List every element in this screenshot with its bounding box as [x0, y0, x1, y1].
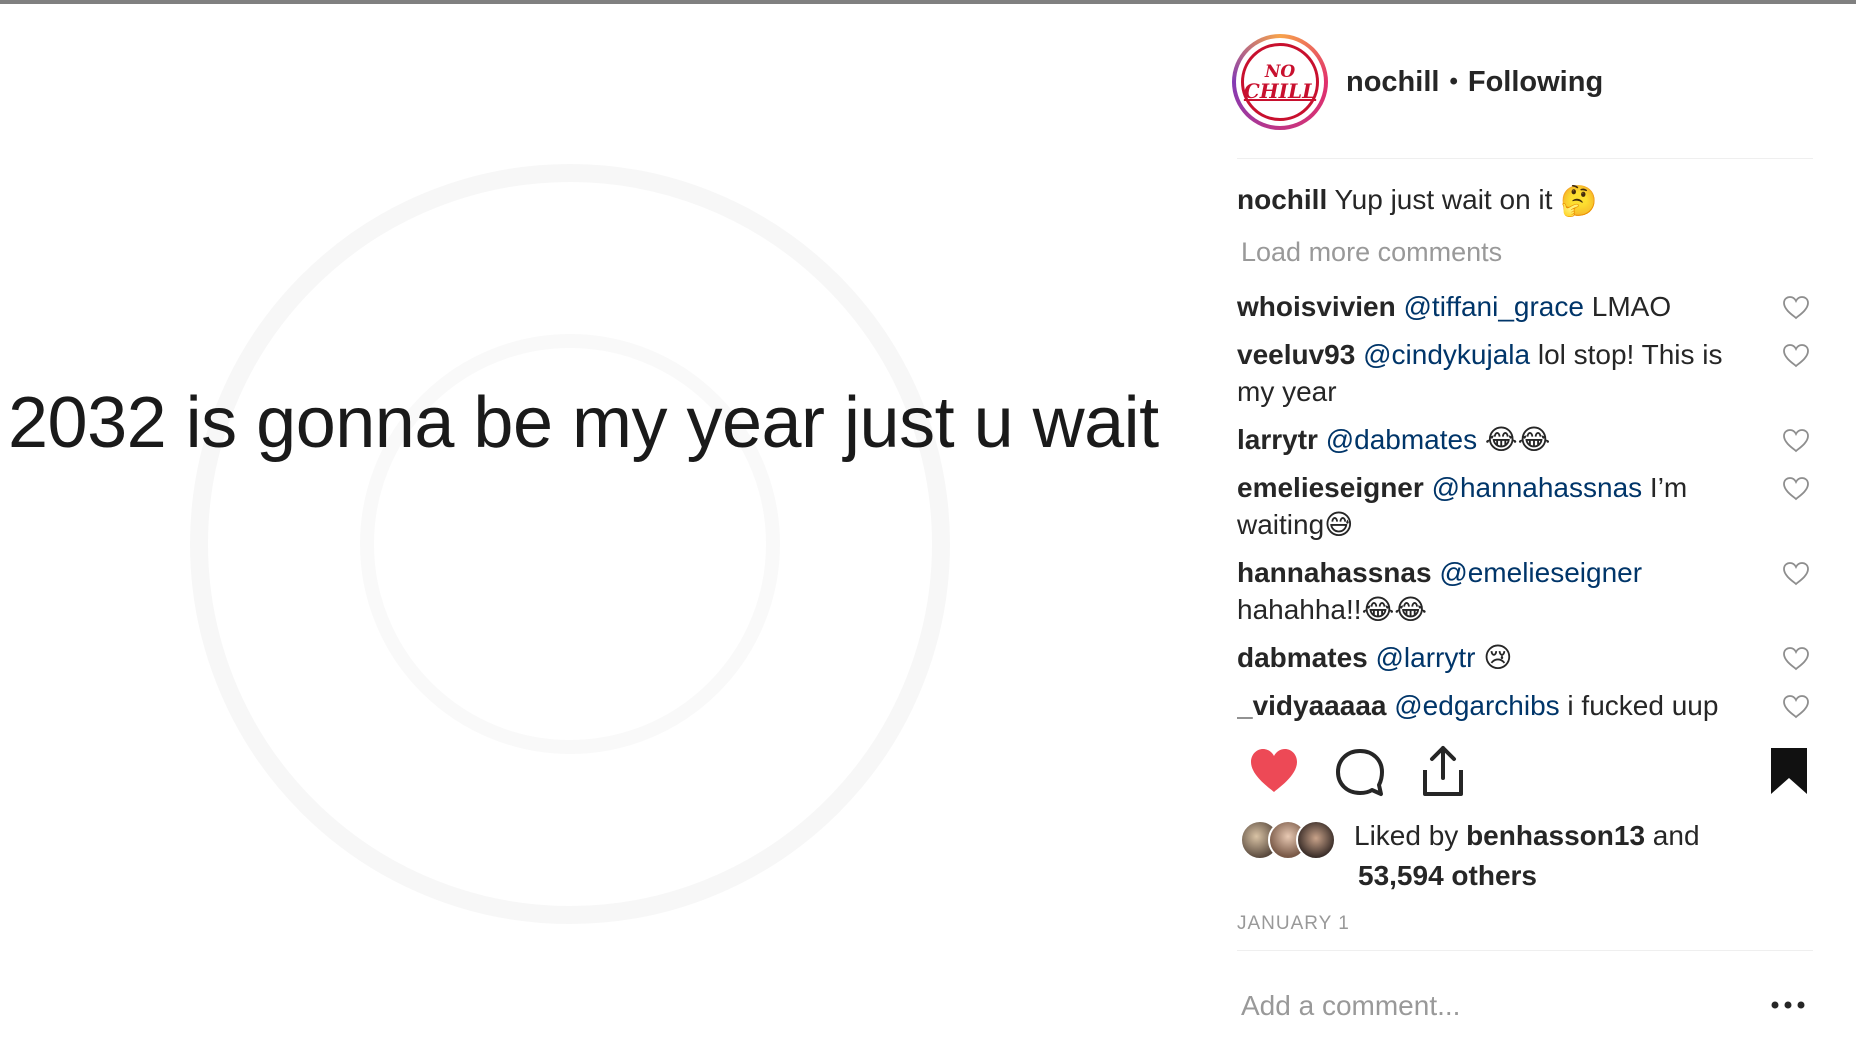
comment-username[interactable]: larrytr: [1237, 424, 1318, 455]
comment-username[interactable]: dabmates: [1237, 642, 1368, 673]
footer-divider: [1237, 950, 1813, 951]
comment-mention[interactable]: @larrytr: [1376, 642, 1476, 673]
avatar[interactable]: NO CHILL: [1232, 34, 1328, 130]
caption-username[interactable]: nochill: [1237, 184, 1327, 215]
header-divider: [1237, 158, 1813, 159]
share-icon[interactable]: [1419, 744, 1467, 798]
comment-username[interactable]: emelieseigner: [1237, 472, 1424, 503]
nochill-logo: NO CHILL: [1241, 43, 1319, 121]
following-button[interactable]: Following: [1468, 66, 1603, 99]
comment-row: _vidyaaaaa @edgarchibs i fucked uup: [1237, 687, 1817, 723]
comment-text: i fucked uup: [1559, 690, 1719, 721]
heart-icon[interactable]: [1249, 748, 1299, 794]
comment-like-heart-icon[interactable]: [1783, 344, 1809, 368]
likes-middle: and: [1645, 820, 1700, 851]
comments-list[interactable]: whoisvivien @tiffani_grace LMAO veeluv93 …: [1237, 288, 1817, 723]
comment-row: dabmates @larrytr 😢: [1237, 639, 1817, 676]
post-header: NO CHILL nochill • Following: [1232, 34, 1603, 130]
action-bar: [1237, 744, 1817, 804]
comment-username[interactable]: _vidyaaaaa: [1237, 690, 1386, 721]
more-options-icon[interactable]: [1770, 996, 1806, 1014]
comment-username[interactable]: whoisvivien: [1237, 291, 1396, 322]
comment-mention[interactable]: @tiffani_grace: [1404, 291, 1584, 322]
liker-avatar[interactable]: [1296, 820, 1336, 860]
comment-username[interactable]: veeluv93: [1237, 339, 1355, 370]
caption-text: Yup just wait on it: [1334, 184, 1553, 215]
comment-row: whoisvivien @tiffani_grace LMAO: [1237, 288, 1817, 325]
logo-text-line2: CHILL: [1243, 78, 1317, 103]
comment-mention[interactable]: @emelieseigner: [1439, 557, 1642, 588]
header-username[interactable]: nochill: [1346, 66, 1439, 99]
image-meme-text: 2032 is gonna be my year just u wait: [8, 383, 1159, 463]
likes-count[interactable]: 53,594 others: [1358, 860, 1537, 891]
post-caption: nochill Yup just wait on it 🤔: [1237, 184, 1598, 217]
comment-username[interactable]: hannahassnas: [1237, 557, 1432, 588]
liked-by-user[interactable]: benhasson13: [1466, 820, 1645, 851]
avatar-inner: NO CHILL: [1236, 38, 1324, 126]
comment-mention[interactable]: @hannahassnas: [1432, 472, 1643, 503]
comment-text: hahahha!!😂😂: [1237, 594, 1427, 625]
comment-like-heart-icon[interactable]: [1783, 647, 1809, 671]
comment-row: veeluv93 @cindykujala lol stop! This is …: [1237, 336, 1817, 410]
thinking-emoji: 🤔: [1560, 183, 1598, 219]
comment-text: 😢: [1475, 642, 1513, 673]
comment-row: emelieseigner @hannahassnas I’m waiting😅: [1237, 469, 1817, 543]
post-date[interactable]: JANUARY 1: [1237, 913, 1350, 935]
comment-icon[interactable]: [1335, 748, 1385, 798]
comment-row: hannahassnas @emelieseigner hahahha!!😂😂: [1237, 554, 1817, 628]
comment-text: LMAO: [1583, 291, 1672, 322]
comment-like-heart-icon[interactable]: [1783, 296, 1809, 320]
comment-like-heart-icon[interactable]: [1783, 429, 1809, 453]
load-more-comments-button[interactable]: Load more comments: [1241, 237, 1502, 268]
comment-like-heart-icon[interactable]: [1783, 695, 1809, 719]
bookmark-icon[interactable]: [1769, 746, 1809, 796]
likes-text: Liked by benhasson13 and 53,594 others: [1354, 816, 1700, 896]
comment-like-heart-icon[interactable]: [1783, 562, 1809, 586]
comment-text: 😂😂: [1477, 424, 1551, 455]
post-image[interactable]: 2032 is gonna be my year just u wait: [0, 4, 1214, 1054]
header-separator: •: [1449, 68, 1458, 95]
likes-prefix: Liked by: [1354, 820, 1467, 851]
comment-mention[interactable]: @edgarchibs: [1394, 690, 1559, 721]
add-comment-input[interactable]: Add a comment...: [1241, 990, 1460, 1022]
comment-row: larrytr @dabmates 😂😂: [1237, 421, 1817, 458]
comment-like-heart-icon[interactable]: [1783, 477, 1809, 501]
comment-mention[interactable]: @cindykujala: [1363, 339, 1530, 370]
comment-mention[interactable]: @dabmates: [1326, 424, 1477, 455]
liker-avatars[interactable]: [1240, 820, 1340, 860]
logo-text-line1: NO: [1264, 61, 1296, 82]
